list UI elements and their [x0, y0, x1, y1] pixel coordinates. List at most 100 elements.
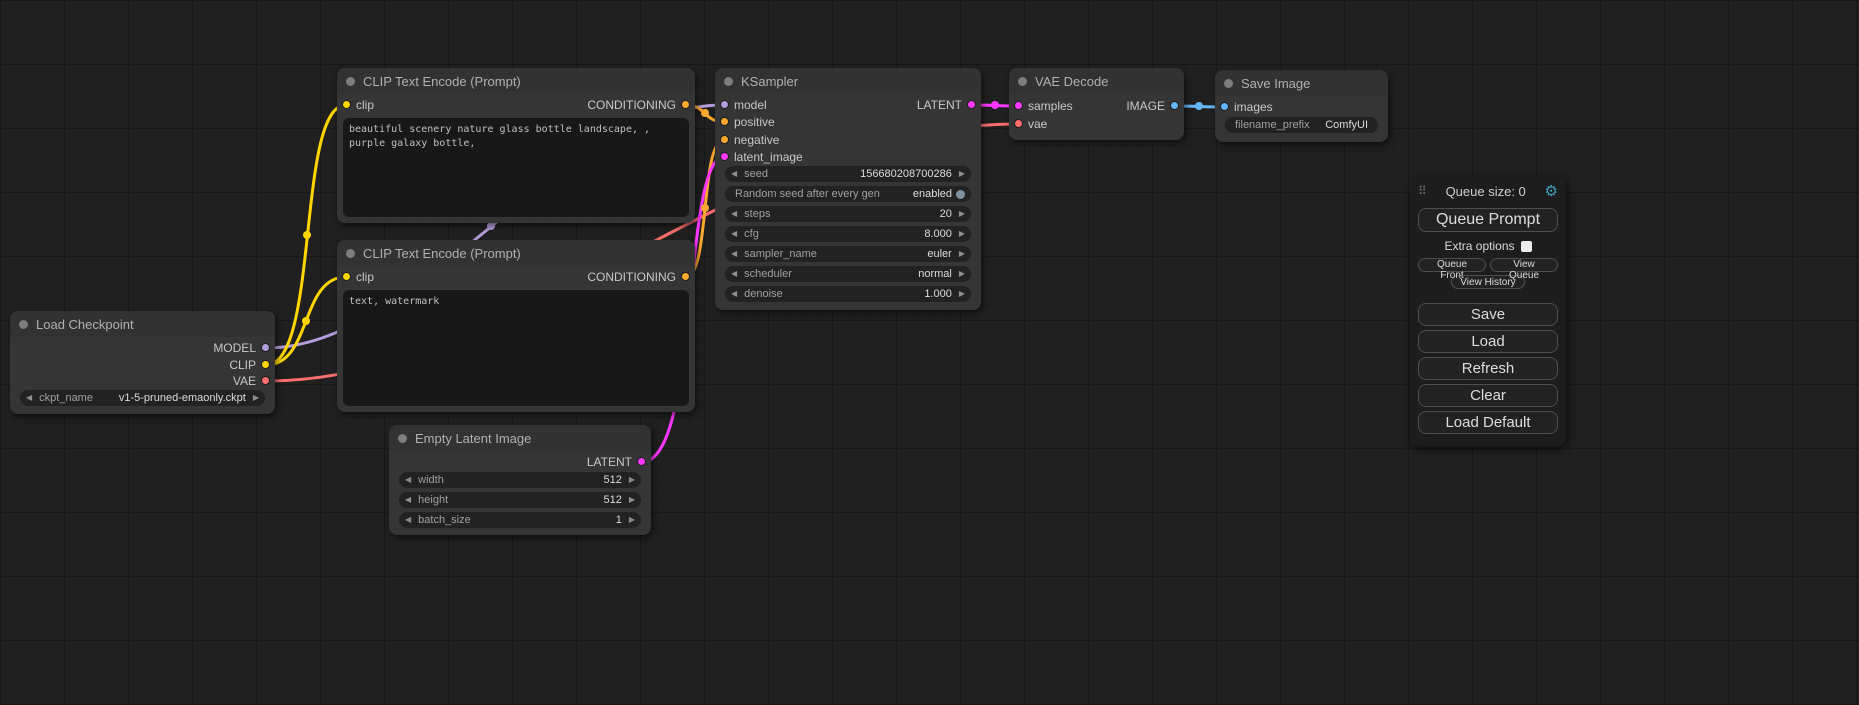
queue-front-button[interactable]: Queue Front [1418, 258, 1486, 272]
input-socket[interactable] [720, 135, 729, 144]
widget-label: width [418, 472, 444, 488]
toggle-knob-icon[interactable] [956, 190, 965, 199]
load-button[interactable]: Load [1418, 330, 1558, 353]
clear-button[interactable]: Clear [1418, 384, 1558, 407]
output-socket[interactable] [637, 457, 646, 466]
node-ksampler[interactable]: KSampler model LATENT positive negative … [715, 68, 981, 310]
save-button[interactable]: Save [1418, 303, 1558, 326]
decrement-arrow-icon[interactable]: ◀ [731, 206, 737, 222]
extra-options-checkbox[interactable] [1521, 241, 1532, 252]
node-header[interactable]: VAE Decode [1009, 68, 1184, 94]
slot-label: negative [734, 132, 779, 148]
output-socket[interactable] [1170, 101, 1179, 110]
widget-filename-prefix[interactable]: filename_prefix ComfyUI [1225, 117, 1378, 133]
output-slot-clip[interactable]: CLIP [10, 357, 275, 373]
increment-arrow-icon[interactable]: ▶ [959, 206, 965, 222]
widget-seed[interactable]: ◀ seed 156680208700286 ▶ [725, 166, 971, 182]
decrement-arrow-icon[interactable]: ◀ [405, 472, 411, 488]
output-slot-conditioning[interactable]: CONDITIONING [337, 97, 695, 113]
input-slot-negative[interactable]: negative [715, 132, 981, 148]
decrement-arrow-icon[interactable]: ◀ [731, 286, 737, 302]
node-header[interactable]: KSampler [715, 68, 981, 94]
input-socket[interactable] [720, 117, 729, 126]
output-socket[interactable] [681, 100, 690, 109]
output-slot-vae[interactable]: VAE [10, 373, 275, 389]
output-socket[interactable] [261, 343, 270, 352]
output-socket[interactable] [261, 376, 270, 385]
node-load-checkpoint[interactable]: Load Checkpoint MODEL CLIP VAE ◀ ckpt_na… [10, 311, 275, 414]
decrement-arrow-icon[interactable]: ◀ [731, 166, 737, 182]
widget-width[interactable]: ◀ width 512 ▶ [399, 472, 641, 488]
refresh-button[interactable]: Refresh [1418, 357, 1558, 380]
input-slot-images[interactable]: images [1215, 99, 1388, 115]
collapse-dot-icon[interactable] [1018, 77, 1027, 86]
node-clip-text-encode-positive[interactable]: CLIP Text Encode (Prompt) clip CONDITION… [337, 68, 695, 223]
decrement-arrow-icon[interactable]: ◀ [405, 492, 411, 508]
collapse-dot-icon[interactable] [724, 77, 733, 86]
prompt-text-input[interactable]: beautiful scenery nature glass bottle la… [343, 118, 689, 217]
widget-random-seed[interactable]: Random seed after every gen enabled [725, 186, 971, 202]
widget-cfg[interactable]: ◀ cfg 8.000 ▶ [725, 226, 971, 242]
node-vae-decode[interactable]: VAE Decode samples IMAGE vae [1009, 68, 1184, 140]
drag-handle-icon[interactable]: ⠿ [1418, 184, 1427, 198]
increment-arrow-icon[interactable]: ▶ [959, 166, 965, 182]
node-header[interactable]: Save Image [1215, 70, 1388, 96]
input-slot-latent-image[interactable]: latent_image [715, 149, 981, 165]
node-header[interactable]: Empty Latent Image [389, 425, 651, 451]
decrement-arrow-icon[interactable]: ◀ [731, 246, 737, 262]
output-slot-latent[interactable]: LATENT [715, 97, 981, 113]
collapse-dot-icon[interactable] [346, 77, 355, 86]
collapse-dot-icon[interactable] [398, 434, 407, 443]
decrement-arrow-icon[interactable]: ◀ [731, 226, 737, 242]
collapse-dot-icon[interactable] [346, 249, 355, 258]
collapse-dot-icon[interactable] [19, 320, 28, 329]
collapse-dot-icon[interactable] [1224, 79, 1233, 88]
increment-arrow-icon[interactable]: ▶ [959, 266, 965, 282]
input-socket[interactable] [1014, 119, 1023, 128]
node-header[interactable]: CLIP Text Encode (Prompt) [337, 240, 695, 266]
output-socket[interactable] [681, 272, 690, 281]
load-default-button[interactable]: Load Default [1418, 411, 1558, 434]
output-slot-model[interactable]: MODEL [10, 340, 275, 356]
widget-scheduler[interactable]: ◀ scheduler normal ▶ [725, 266, 971, 282]
view-history-button[interactable]: View History [1451, 275, 1525, 289]
widget-denoise[interactable]: ◀ denoise 1.000 ▶ [725, 286, 971, 302]
prompt-text-input[interactable]: text, watermark [343, 290, 689, 406]
widget-value: 8.000 [924, 226, 952, 242]
input-slot-positive[interactable]: positive [715, 114, 981, 130]
output-slot-image[interactable]: IMAGE [1009, 98, 1184, 114]
node-save-image[interactable]: Save Image images filename_prefix ComfyU… [1215, 70, 1388, 142]
widget-batch-size[interactable]: ◀ batch_size 1 ▶ [399, 512, 641, 528]
node-header[interactable]: CLIP Text Encode (Prompt) [337, 68, 695, 94]
decrement-arrow-icon[interactable]: ◀ [26, 390, 32, 406]
decrement-arrow-icon[interactable]: ◀ [731, 266, 737, 282]
node-header[interactable]: Load Checkpoint [10, 311, 275, 337]
view-queue-button[interactable]: View Queue [1490, 258, 1558, 272]
input-socket[interactable] [720, 152, 729, 161]
output-slot-conditioning[interactable]: CONDITIONING [337, 269, 695, 285]
widget-ckpt-name[interactable]: ◀ ckpt_name v1-5-pruned-emaonly.ckpt ▶ [20, 390, 265, 406]
input-socket[interactable] [1220, 102, 1229, 111]
increment-arrow-icon[interactable]: ▶ [629, 492, 635, 508]
decrement-arrow-icon[interactable]: ◀ [405, 512, 411, 528]
increment-arrow-icon[interactable]: ▶ [629, 472, 635, 488]
settings-gear-icon[interactable]: ⚙ [1545, 182, 1558, 200]
increment-arrow-icon[interactable]: ▶ [253, 390, 259, 406]
queue-prompt-button[interactable]: Queue Prompt [1418, 208, 1558, 232]
increment-arrow-icon[interactable]: ▶ [629, 512, 635, 528]
node-clip-text-encode-negative[interactable]: CLIP Text Encode (Prompt) clip CONDITION… [337, 240, 695, 412]
widget-height[interactable]: ◀ height 512 ▶ [399, 492, 641, 508]
node-empty-latent-image[interactable]: Empty Latent Image LATENT ◀ width 512 ▶ … [389, 425, 651, 535]
widget-steps[interactable]: ◀ steps 20 ▶ [725, 206, 971, 222]
output-socket[interactable] [967, 100, 976, 109]
input-slot-vae[interactable]: vae [1009, 116, 1184, 132]
widget-value: 1 [616, 512, 622, 528]
output-slot-latent[interactable]: LATENT [389, 454, 651, 470]
link-midpoint-dot [701, 204, 709, 212]
node-graph-canvas[interactable]: Load Checkpoint MODEL CLIP VAE ◀ ckpt_na… [0, 0, 1859, 705]
increment-arrow-icon[interactable]: ▶ [959, 226, 965, 242]
widget-sampler-name[interactable]: ◀ sampler_name euler ▶ [725, 246, 971, 262]
increment-arrow-icon[interactable]: ▶ [959, 246, 965, 262]
output-socket[interactable] [261, 360, 270, 369]
increment-arrow-icon[interactable]: ▶ [959, 286, 965, 302]
